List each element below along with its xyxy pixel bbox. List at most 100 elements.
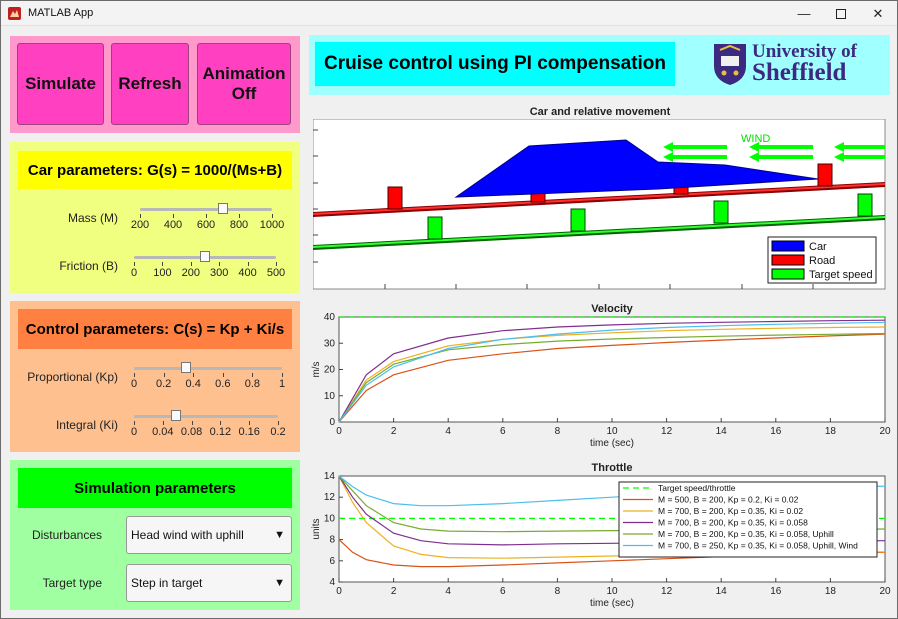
- y-tick-label: 10: [324, 391, 336, 402]
- y-tick-label: 14: [324, 472, 336, 482]
- chevron-down-icon: ▼: [274, 577, 285, 589]
- x-tick-label: 18: [825, 586, 837, 597]
- slider-tick: [278, 421, 279, 425]
- mass-slider[interactable]: 200 400 600 800 1000: [131, 200, 284, 236]
- animation-toggle-button[interactable]: Animation Off: [197, 43, 291, 125]
- slider-track[interactable]: [134, 415, 278, 418]
- control-params-title: Control parameters: C(s) = Kp + Ki/s: [18, 309, 292, 349]
- minimize-button[interactable]: —: [786, 1, 822, 26]
- x-axis-label: time (sec): [590, 598, 634, 609]
- x-tick-label: 20: [879, 426, 891, 437]
- slider-tick-label: 0.4: [185, 378, 201, 390]
- slider-thumb[interactable]: [217, 203, 228, 214]
- y-axis-label: units: [311, 518, 322, 539]
- chart-legend: Target speed/throttle M = 500, B = 200, K…: [618, 481, 878, 558]
- target-type-value: Step in target: [131, 576, 203, 590]
- close-button[interactable]: ✕: [860, 1, 896, 26]
- slider-tick-label: 0: [130, 267, 138, 279]
- slider-tick-label: 0: [130, 426, 138, 438]
- disturbances-value: Head wind with uphill: [131, 528, 244, 542]
- title-bar: MATLAB App — ✕: [1, 1, 897, 26]
- x-tick-label: 8: [555, 426, 561, 437]
- x-tick-label: 4: [445, 586, 451, 597]
- slider-tick-label: 0.2: [155, 378, 172, 390]
- slider-tick-label: 500: [266, 267, 286, 279]
- animation-legend: Car Road Target speed: [767, 236, 877, 284]
- slider-tick: [252, 373, 254, 377]
- slider-tick-label: 0.2: [270, 426, 286, 438]
- x-axis-label: time (sec): [590, 438, 634, 449]
- slider-tick: [220, 421, 222, 425]
- window-title: MATLAB App: [28, 7, 94, 19]
- target-type-dropdown[interactable]: Step in target ▼: [126, 564, 292, 602]
- slider-tick-label: 400: [163, 219, 183, 231]
- university-logo-line2: Sheffield: [752, 59, 847, 86]
- slider-tick: [247, 262, 249, 266]
- x-tick-label: 14: [716, 426, 728, 437]
- minimize-icon: —: [797, 6, 811, 21]
- x-tick-label: 10: [606, 586, 618, 597]
- y-tick-label: 6: [329, 556, 335, 567]
- legend-car: Car: [809, 241, 827, 253]
- disturbances-dropdown[interactable]: Head wind with uphill ▼: [126, 516, 292, 554]
- legend-target-speed: Target speed: [809, 269, 873, 281]
- animation-axes: WIND Car Road Target speed: [313, 119, 886, 290]
- sim-params-panel: Simulation parameters Disturbances Head …: [10, 460, 300, 610]
- kp-slider[interactable]: 0 0.2 0.4 0.6 0.8 1: [130, 359, 286, 395]
- slider-tick: [191, 421, 193, 425]
- legend-entry: M = 700, B = 200, Kp = 0.35, Ki = 0.02: [658, 506, 803, 516]
- animation-label-line1: Animation: [202, 64, 286, 83]
- slider-tick-label: 0: [130, 378, 138, 390]
- car-params-title: Car parameters: G(s) = 1000/(Ms+B): [18, 151, 292, 189]
- x-tick-label: 2: [391, 426, 397, 437]
- slider-tick-label: 1: [278, 378, 286, 390]
- slider-tick: [134, 421, 135, 425]
- animation-label-line2: Off: [231, 84, 257, 103]
- slider-tick: [134, 262, 135, 266]
- header-panel: Cruise control using PI compensation Uni…: [309, 35, 890, 95]
- y-tick-label: 12: [324, 492, 336, 503]
- slider-tick: [219, 262, 221, 266]
- legend-entry: M = 700, B = 250, Kp = 0.35, Ki = 0.058,…: [658, 541, 858, 551]
- x-tick-label: 16: [770, 426, 782, 437]
- slider-tick-label: 400: [238, 267, 257, 279]
- slider-thumb[interactable]: [200, 251, 210, 262]
- close-icon: ✕: [872, 5, 884, 21]
- slider-tick: [173, 214, 174, 218]
- x-tick-label: 14: [716, 586, 728, 597]
- y-tick-label: 20: [324, 365, 336, 376]
- slider-tick: [163, 373, 165, 377]
- x-tick-label: 6: [500, 586, 506, 597]
- slider-tick-label: 800: [229, 219, 249, 231]
- x-tick-label: 20: [879, 586, 891, 597]
- control-params-panel: Control parameters: C(s) = Kp + Ki/s Pro…: [10, 301, 300, 452]
- ki-label: Integral (Ki): [55, 418, 118, 432]
- matlab-icon: [8, 7, 21, 20]
- maximize-button[interactable]: [823, 1, 859, 26]
- slider-tick-label: 600: [196, 219, 216, 231]
- x-tick-label: 0: [336, 586, 342, 597]
- slider-thumb[interactable]: [170, 410, 181, 421]
- friction-label: Friction (B): [59, 259, 118, 273]
- x-tick-label: 18: [825, 426, 837, 437]
- animation-title: Car and relative movement: [529, 106, 671, 118]
- button-panel: Simulate Refresh Animation Off: [10, 36, 300, 133]
- slider-tick: [134, 373, 135, 377]
- legend-road: Road: [809, 255, 835, 267]
- mass-label: Mass (M): [68, 211, 118, 225]
- ki-slider[interactable]: 0 0.04 0.08 0.12 0.16 0.2: [130, 407, 286, 443]
- slider-tick: [249, 421, 251, 425]
- slider-track[interactable]: [134, 367, 282, 370]
- x-tick-label: 6: [500, 426, 506, 437]
- refresh-button[interactable]: Refresh: [111, 43, 189, 125]
- x-tick-label: 16: [770, 586, 782, 597]
- simulate-button[interactable]: Simulate: [17, 43, 104, 125]
- slider-thumb[interactable]: [180, 362, 191, 373]
- y-tick-label: 30: [324, 338, 336, 349]
- legend-entry: M = 500, B = 200, Kp = 0.2, Ki = 0.02: [658, 495, 799, 505]
- y-tick-label: 40: [324, 313, 336, 323]
- sim-params-title: Simulation parameters: [18, 468, 292, 508]
- slider-track[interactable]: [140, 208, 272, 211]
- friction-slider[interactable]: 0 100 200 300 400 500: [130, 248, 285, 284]
- y-tick-label: 0: [329, 417, 335, 428]
